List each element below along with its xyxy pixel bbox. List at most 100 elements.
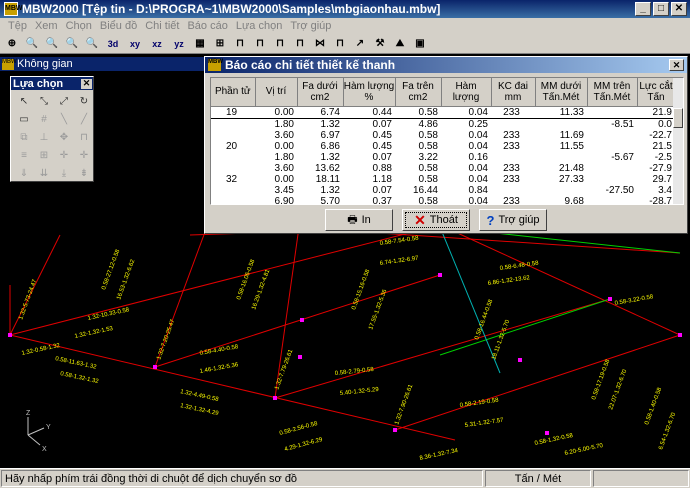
- table-cell: 0.00: [274, 173, 294, 185]
- load-icon[interactable]: ⇊: [35, 165, 53, 181]
- menu-select[interactable]: Chọn: [62, 20, 96, 32]
- zoom-all-icon[interactable]: 🔍: [83, 35, 101, 52]
- view-xz-button[interactable]: xz: [147, 35, 167, 52]
- scrollbar-thumb[interactable]: [673, 108, 683, 128]
- table-cell: 9.68: [564, 195, 584, 205]
- load-icon[interactable]: ⇟: [75, 165, 93, 181]
- beam-icon[interactable]: ⊓: [271, 35, 289, 52]
- beam-icon[interactable]: ⊓: [291, 35, 309, 52]
- exit-button[interactable]: ✕ Thoát: [402, 209, 470, 231]
- table-row[interactable]: 19 0.00 6.74 0.44 0.58 0.04 233 11.33 21.9: [211, 105, 675, 119]
- table-cell: 0.00: [274, 140, 294, 152]
- table-cell: 0.04: [468, 173, 488, 185]
- col-header: KC đai mm: [491, 78, 536, 107]
- table-cell: 1.18: [372, 173, 392, 185]
- pointer-icon[interactable]: ↖: [15, 93, 33, 109]
- menu-file[interactable]: Tệp: [4, 20, 31, 32]
- print-button[interactable]: 🖶 In: [325, 209, 393, 231]
- canvas-label: 16.53-1.32-6.62: [116, 258, 136, 300]
- selection-palette-close-button[interactable]: ✕: [81, 78, 92, 89]
- select-frame-icon[interactable]: ▭: [15, 111, 33, 127]
- table-row[interactable]: 3.45 1.32 0.07 16.44 0.84 -27.50 3.4: [211, 185, 675, 196]
- zoom-window-icon[interactable]: ⊕: [3, 35, 21, 52]
- table-row[interactable]: 3.60 13.62 0.88 0.58 0.04 233 21.48 -27.9: [211, 163, 675, 174]
- arrow-icon[interactable]: ↗: [351, 35, 369, 52]
- zoom-previous-icon[interactable]: 🔍: [63, 35, 81, 52]
- zoom-out-icon[interactable]: 🔍: [43, 35, 61, 52]
- table-row[interactable]: 1.80 1.32 0.07 3.22 0.16 -5.67 -2.5: [211, 152, 675, 163]
- table-cell: 1.80: [274, 151, 294, 163]
- load-icon[interactable]: ⇓: [15, 165, 33, 181]
- table-row[interactable]: 32 0.00 18.11 1.18 0.58 0.04 233 27.33 29.7: [211, 174, 675, 185]
- canvas-label: 0.58-16.06-0.58: [236, 258, 256, 300]
- copy-icon[interactable]: ⧉: [15, 129, 33, 145]
- table-cell: 0.44: [343, 105, 395, 119]
- table-row[interactable]: 6.90 5.70 0.37 0.58 0.04 233 9.68 -28.7: [211, 195, 675, 205]
- view-xy-button[interactable]: xy: [125, 35, 145, 52]
- cross-icon[interactable]: ✛: [75, 147, 93, 163]
- table-cell: [587, 196, 637, 205]
- beam-icon[interactable]: ⊓: [331, 35, 349, 52]
- grid-icon[interactable]: ▦: [191, 35, 209, 52]
- table-cell: 233: [503, 195, 520, 205]
- table-cell: 1.32: [320, 184, 340, 196]
- menu-help[interactable]: Trợ giúp: [286, 20, 335, 32]
- beam-icon[interactable]: ⊓: [231, 35, 249, 52]
- table-row[interactable]: 20 0.00 6.86 0.45 0.58 0.04 233 11.55 21.5: [211, 141, 675, 152]
- view-3d-button[interactable]: 3d: [103, 35, 123, 52]
- chart-icon[interactable]: ⛰: [391, 35, 409, 52]
- box-icon[interactable]: ▣: [411, 35, 429, 52]
- menu-detail[interactable]: Chi tiết: [141, 20, 183, 32]
- line-icon[interactable]: ╲: [55, 111, 73, 127]
- table-cell: 21.9: [637, 105, 675, 119]
- load-icon[interactable]: ⤓: [55, 165, 73, 181]
- table-cell: 4.86: [418, 118, 438, 130]
- report-dialog-close-button[interactable]: ✕: [669, 59, 684, 71]
- table-cell: 0.25: [468, 118, 488, 130]
- line-icon[interactable]: ╱: [75, 111, 93, 127]
- table-cell: 29.7: [652, 173, 672, 185]
- report-table[interactable]: Phần tử Vị trí Fa dưới cm2 Hàm lượng % F…: [210, 77, 684, 205]
- select-element-icon[interactable]: ⤢: [55, 93, 73, 109]
- support-icon[interactable]: ⊓: [75, 129, 93, 145]
- view-yz-button[interactable]: yz: [169, 35, 189, 52]
- beam-icon[interactable]: ≡: [15, 147, 33, 163]
- grid-icon[interactable]: #: [35, 111, 53, 127]
- rotate-icon[interactable]: ↻: [75, 93, 93, 109]
- table-row[interactable]: 1.80 1.32 0.07 4.86 0.25 -8.51 0.0: [211, 118, 675, 130]
- frame-icon[interactable]: ⊞: [211, 35, 229, 52]
- table-cell: 233: [491, 105, 535, 119]
- canvas-label: 1.32-0.58-1.32: [21, 343, 61, 357]
- status-extra: [593, 470, 689, 487]
- node-icon[interactable]: ⊥: [35, 129, 53, 145]
- table-scrollbar[interactable]: [673, 78, 683, 204]
- menu-diagram[interactable]: Biểu đồ: [96, 20, 141, 32]
- selection-palette-titlebar: Lựa chọn ✕: [11, 77, 93, 90]
- toolbar: ⊕ 🔍 🔍 🔍 🔍 3d xy xz yz ▦ ⊞ ⊓ ⊓ ⊓ ⊓ ⋈ ⊓ ↗ …: [0, 34, 690, 54]
- move-icon[interactable]: ✥: [55, 129, 73, 145]
- maximize-button[interactable]: □: [653, 2, 669, 16]
- menu-view[interactable]: Xem: [31, 20, 62, 32]
- cross-icon[interactable]: ✛: [55, 147, 73, 163]
- table-cell: 233: [503, 129, 520, 141]
- table-cell: -5.67: [611, 151, 634, 163]
- zoom-in-icon[interactable]: 🔍: [23, 35, 41, 52]
- beam-icon[interactable]: ⊓: [251, 35, 269, 52]
- menu-options[interactable]: Lựa chọn: [232, 20, 287, 32]
- table-cell: [587, 105, 637, 119]
- help-button[interactable]: ? Trợ giúp: [479, 209, 547, 231]
- table-cell: [211, 163, 255, 174]
- close-button[interactable]: ✕: [671, 2, 687, 16]
- frame-icon[interactable]: ⊞: [35, 147, 53, 163]
- window-titlebar: MBW MBW2000 [Tệp tin - D:\PROGRA~1\MBW20…: [0, 0, 690, 18]
- table-row[interactable]: 3.60 6.97 0.45 0.58 0.04 233 11.69 -22.7: [211, 130, 675, 141]
- table-cell: 0.04: [468, 195, 488, 205]
- status-units: Tấn / Mét: [485, 470, 591, 487]
- hammer-icon[interactable]: ⚒: [371, 35, 389, 52]
- canvas-label: 6.86-1.32-13.62: [487, 275, 530, 287]
- select-node-icon[interactable]: ⤡: [35, 93, 53, 109]
- minimize-button[interactable]: _: [635, 2, 651, 16]
- table-cell: -8.51: [611, 118, 634, 130]
- beam-icon[interactable]: ⋈: [311, 35, 329, 52]
- menu-report[interactable]: Báo cáo: [183, 20, 231, 32]
